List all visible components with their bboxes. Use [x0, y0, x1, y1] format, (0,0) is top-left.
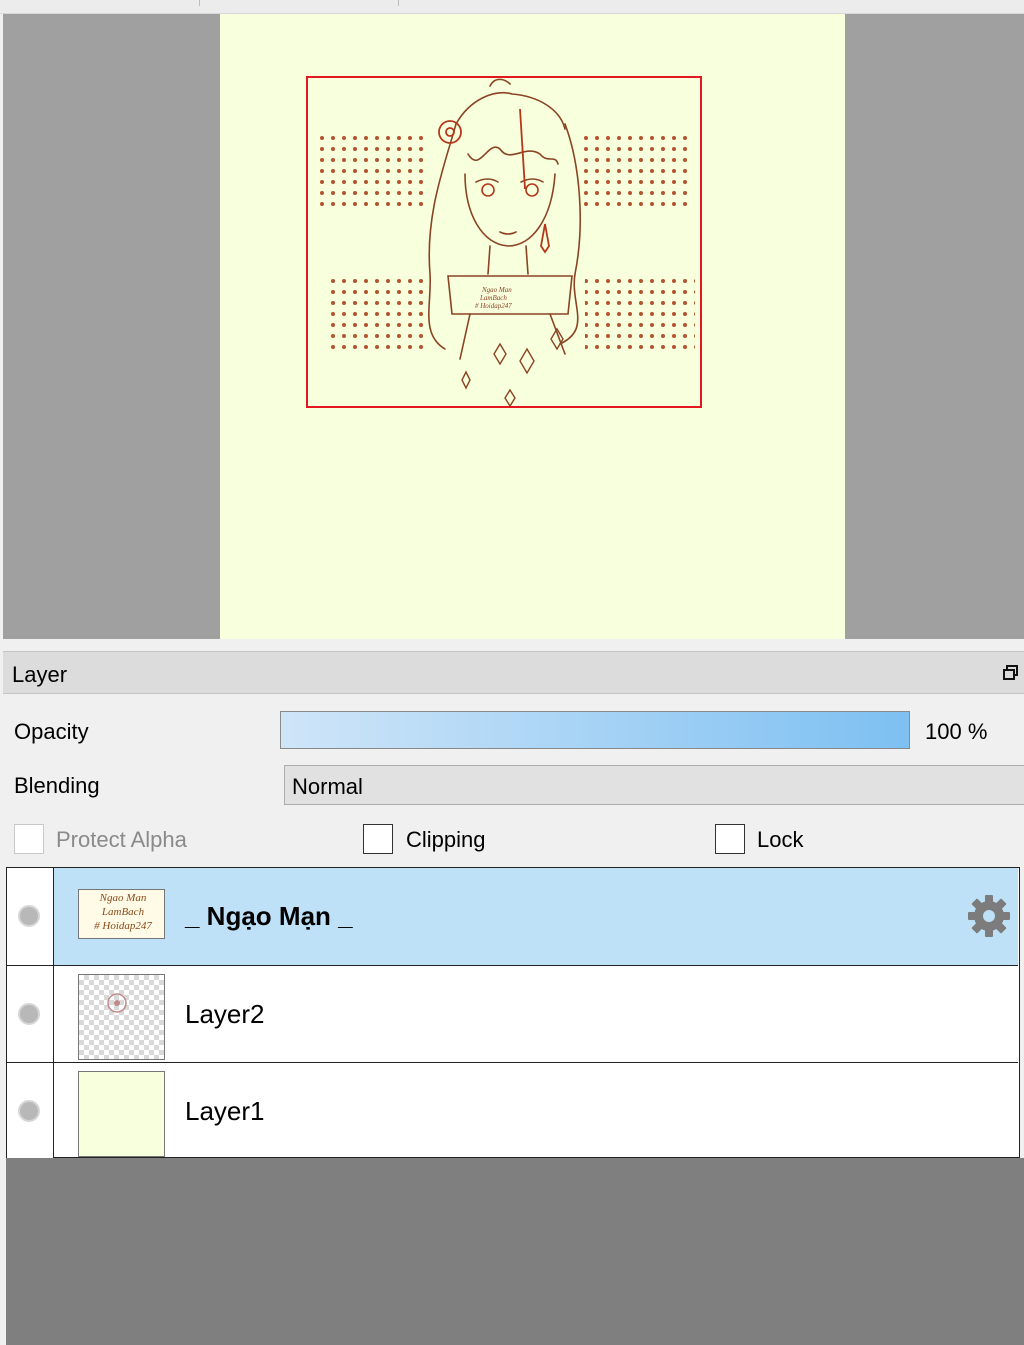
opacity-label: Opacity: [14, 719, 89, 744]
blending-dropdown[interactable]: Normal: [284, 765, 1024, 805]
lock-checkbox[interactable]: [715, 824, 745, 854]
blending-label: Blending: [14, 773, 100, 798]
layer-list[interactable]: Ngao Man LamBach # Hoidap247 _ Ngạo Mạn …: [6, 867, 1020, 1159]
top-tab-strip: [0, 0, 1024, 14]
layer-name: Layer1: [185, 1096, 265, 1126]
tab-divider: [398, 0, 399, 6]
gear-icon[interactable]: [966, 893, 1012, 939]
protect-alpha-checkbox[interactable]: [14, 824, 44, 854]
visibility-column[interactable]: [7, 1063, 54, 1159]
layer-name: Layer2: [185, 999, 265, 1029]
layer-row-layer2[interactable]: Layer2: [7, 965, 1018, 1062]
layer-thumbnail: Ngao Man LamBach # Hoidap247: [78, 889, 165, 939]
visibility-toggle[interactable]: [18, 1003, 40, 1025]
visibility-column[interactable]: [7, 868, 54, 965]
navigator-panel[interactable]: Ngao Man LamBach # Hoidap247: [3, 14, 1024, 639]
layer-thumbnail: [78, 974, 165, 1060]
layer-row-ngao-man[interactable]: Ngao Man LamBach # Hoidap247 _ Ngạo Mạn …: [7, 868, 1018, 965]
visibility-toggle[interactable]: [18, 905, 40, 927]
protect-alpha-label: Protect Alpha: [56, 827, 187, 852]
thumbnail-sketch: [107, 993, 127, 1013]
opacity-slider[interactable]: [280, 711, 910, 749]
visibility-toggle[interactable]: [18, 1100, 40, 1122]
layer-list-empty-area: [6, 1158, 1024, 1345]
opacity-slider-fill: [281, 712, 909, 748]
lock-label: Lock: [757, 827, 804, 852]
opacity-value: 100 %: [925, 719, 988, 744]
layer-panel-header[interactable]: Layer: [3, 651, 1024, 694]
layer-row-layer1[interactable]: Layer1: [7, 1062, 1018, 1159]
clipping-checkbox[interactable]: [363, 824, 393, 854]
tab-divider: [199, 0, 200, 6]
panel-title: Layer: [12, 662, 68, 687]
canvas-preview[interactable]: Ngao Man LamBach # Hoidap247: [220, 14, 845, 639]
visibility-column[interactable]: [7, 966, 54, 1062]
viewport-rectangle[interactable]: [306, 76, 702, 408]
blending-value: Normal: [292, 774, 363, 799]
layer-thumbnail: [78, 1071, 165, 1157]
clipping-label: Clipping: [406, 827, 486, 852]
layer-name: _ Ngạo Mạn _: [185, 901, 353, 931]
restore-window-icon[interactable]: [1002, 664, 1020, 682]
thumbnail-text: Ngao Man LamBach # Hoidap247: [94, 892, 152, 932]
